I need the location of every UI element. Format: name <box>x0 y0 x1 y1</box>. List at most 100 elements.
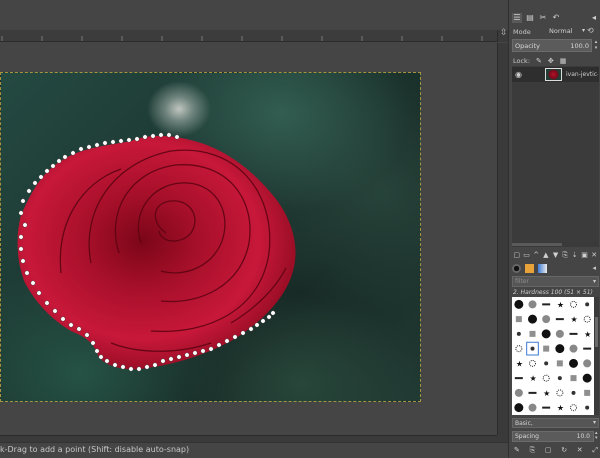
selection-point[interactable] <box>112 362 118 368</box>
selection-point[interactable] <box>18 246 24 252</box>
dock-menu-icon[interactable]: ◂ <box>592 264 596 272</box>
brush-thumbnail[interactable] <box>555 344 565 354</box>
selection-point[interactable] <box>98 354 104 360</box>
brush-filter-input[interactable]: filter ▾ <box>512 276 599 287</box>
selection-point[interactable] <box>110 139 116 145</box>
brush-thumbnail[interactable] <box>585 302 590 307</box>
selection-point[interactable] <box>118 138 124 144</box>
layers-icon[interactable]: ☰ <box>512 13 522 23</box>
brush-thumbnail[interactable] <box>542 315 551 324</box>
merge-down-icon[interactable]: ⇣ <box>570 250 580 261</box>
selection-point[interactable] <box>18 210 24 216</box>
brush-thumbnail[interactable] <box>528 300 537 309</box>
new-group-icon[interactable]: ▭ <box>522 250 532 261</box>
brush-thumbnail[interactable] <box>571 390 576 395</box>
scroll-thumb[interactable] <box>595 317 598 347</box>
brush-thumbnail[interactable] <box>514 403 524 413</box>
selection-point[interactable] <box>216 342 222 348</box>
selection-point[interactable] <box>30 280 36 286</box>
image-canvas[interactable] <box>0 72 421 402</box>
brush-thumbnail[interactable] <box>583 359 592 368</box>
selection-point[interactable] <box>152 362 158 368</box>
brush-thumbnail[interactable] <box>570 404 577 412</box>
selection-point[interactable] <box>78 146 84 152</box>
selection-point[interactable] <box>200 348 206 354</box>
brush-thumbnail[interactable]: ★ <box>543 389 550 398</box>
brush-thumbnail[interactable] <box>542 406 551 409</box>
brush-thumbnail[interactable] <box>514 388 523 397</box>
selection-point[interactable] <box>104 358 110 364</box>
brush-thumbnail[interactable] <box>514 377 523 380</box>
selection-point[interactable] <box>260 318 266 324</box>
selection-point[interactable] <box>254 322 260 328</box>
brush-thumbnail[interactable] <box>556 360 563 367</box>
brush-thumbnail[interactable] <box>515 316 522 323</box>
brush-thumbnail[interactable]: ★ <box>516 359 523 368</box>
patterns-tab-icon[interactable] <box>525 264 534 273</box>
horizontal-ruler[interactable] <box>0 30 500 42</box>
selection-point[interactable] <box>166 132 172 138</box>
horizontal-scrollbar[interactable] <box>0 435 497 442</box>
selection-point[interactable] <box>24 270 30 276</box>
selection-point[interactable] <box>134 136 140 142</box>
selection-point[interactable] <box>52 308 58 314</box>
brush-thumbnail[interactable] <box>528 314 537 324</box>
brush-thumbnail[interactable] <box>544 361 549 366</box>
selection-point[interactable] <box>144 364 150 370</box>
brush-thumbnail[interactable] <box>583 315 591 323</box>
brush-thumbnail[interactable] <box>542 374 550 382</box>
selection-point[interactable] <box>32 180 38 186</box>
canvas-area[interactable] <box>0 43 497 435</box>
selection-point[interactable] <box>192 350 198 356</box>
selection-point[interactable] <box>84 332 90 338</box>
alpha-icon[interactable]: ▦ <box>560 57 567 65</box>
brush-thumbnail[interactable] <box>584 389 591 396</box>
brush-thumbnail[interactable] <box>555 318 564 321</box>
selection-point[interactable] <box>50 163 56 169</box>
brush-tag-input[interactable]: Basic, ▾ <box>512 418 599 428</box>
selection-point[interactable] <box>184 352 190 358</box>
brush-thumbnail[interactable] <box>542 303 551 306</box>
opacity-stepper[interactable]: ▴ ▾ <box>593 39 599 52</box>
brush-thumbnail[interactable] <box>514 299 524 309</box>
brush-thumbnail[interactable]: ★ <box>530 374 537 383</box>
brush-thumbnail[interactable] <box>570 375 577 382</box>
selection-point[interactable] <box>248 326 254 332</box>
selection-point[interactable] <box>150 133 156 139</box>
open-brush-folder-icon[interactable]: ⤢ <box>592 446 598 456</box>
selection-point[interactable] <box>70 150 76 156</box>
selection-point[interactable] <box>60 316 66 322</box>
delete-layer-icon[interactable]: ✕ <box>589 250 599 261</box>
brush-thumbnail[interactable] <box>556 389 564 397</box>
layer-name[interactable]: ivan-jevtic-27 <box>566 71 598 78</box>
brush-thumbnail[interactable]: ★ <box>557 404 564 413</box>
brush-thumbnail[interactable] <box>529 359 536 367</box>
brush-thumbnail[interactable] <box>569 358 578 368</box>
selection-point[interactable] <box>126 137 132 143</box>
brush-thumbnail[interactable]: ★ <box>584 330 591 339</box>
brush-thumbnail[interactable] <box>516 331 521 336</box>
selection-point[interactable] <box>90 340 96 346</box>
dock-menu-icon[interactable]: ◂ <box>592 13 596 22</box>
brush-thumbnail[interactable] <box>570 300 577 308</box>
selection-point[interactable] <box>20 258 26 264</box>
raise-top-icon[interactable]: ▲ <box>541 250 551 261</box>
selection-point[interactable] <box>142 134 148 140</box>
selection-point[interactable] <box>208 346 214 352</box>
brush-thumbnail[interactable]: ★ <box>571 315 578 324</box>
selection-point[interactable] <box>224 338 230 344</box>
brush-thumbnail[interactable] <box>530 346 535 351</box>
duplicate-layer-icon[interactable]: ⎘ <box>560 250 570 261</box>
brush-thumbnail[interactable] <box>585 405 590 410</box>
layers-list[interactable]: ◉ ivan-jevtic-27 <box>512 66 599 242</box>
selection-point[interactable] <box>22 222 28 228</box>
duplicate-brush-icon[interactable]: ▢ <box>545 446 552 456</box>
new-layer-icon[interactable]: ▢ <box>512 250 522 261</box>
layers-scrollbar[interactable] <box>512 242 599 247</box>
selection-point[interactable] <box>86 144 92 150</box>
brush-thumbnail[interactable] <box>555 329 564 338</box>
brush-scrollbar[interactable] <box>594 297 599 415</box>
brush-thumbnail[interactable] <box>569 344 578 353</box>
brush-thumbnail[interactable] <box>583 347 592 350</box>
selection-point[interactable] <box>94 142 100 148</box>
